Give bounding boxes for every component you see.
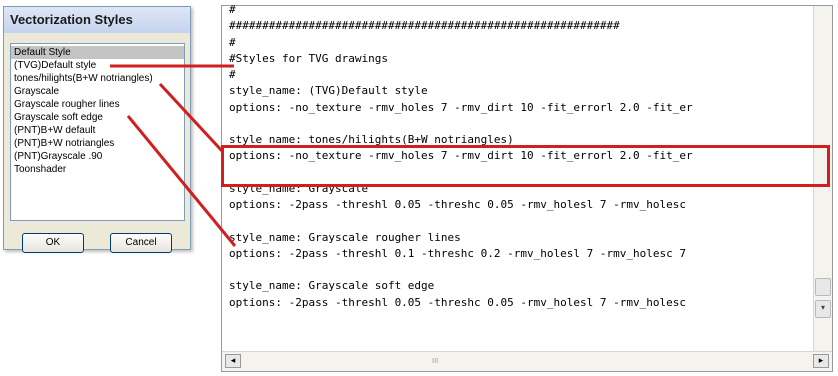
callout-lines	[110, 64, 237, 247]
callout-line-grayscale-rougher	[126, 115, 237, 247]
callout-line-tones-hilights	[158, 82, 225, 154]
